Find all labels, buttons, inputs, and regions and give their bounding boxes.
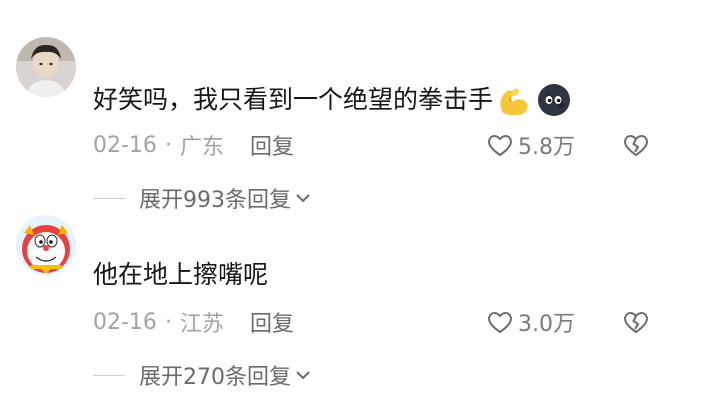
comment-location: 江苏: [179, 312, 224, 337]
expand-replies-label: 展开270条回复: [139, 365, 291, 390]
dislike-button[interactable]: [622, 307, 650, 337]
comment-item: 他在地上擦嘴呢 02-16 · 江苏 回复 3.0万 展开270条回复: [0, 0, 720, 405]
comment-date: 02-16: [93, 309, 157, 335]
heart-icon: [488, 312, 512, 334]
like-count: 3.0万: [518, 312, 575, 337]
meta-separator: ·: [164, 309, 172, 335]
comment-meta: 02-16 · 江苏 回复: [93, 306, 294, 338]
divider-line: [93, 374, 125, 376]
like-button[interactable]: 3.0万: [486, 307, 575, 337]
expand-replies-button[interactable]: 展开270条回复: [93, 360, 311, 390]
reply-button[interactable]: 回复: [250, 306, 294, 338]
comment-text: 他在地上擦嘴呢: [93, 259, 268, 291]
avatar[interactable]: [16, 215, 76, 275]
chevron-down-icon: [296, 371, 310, 380]
broken-heart-icon: [624, 312, 648, 334]
comment-text-content: 他在地上擦嘴呢: [93, 260, 269, 289]
